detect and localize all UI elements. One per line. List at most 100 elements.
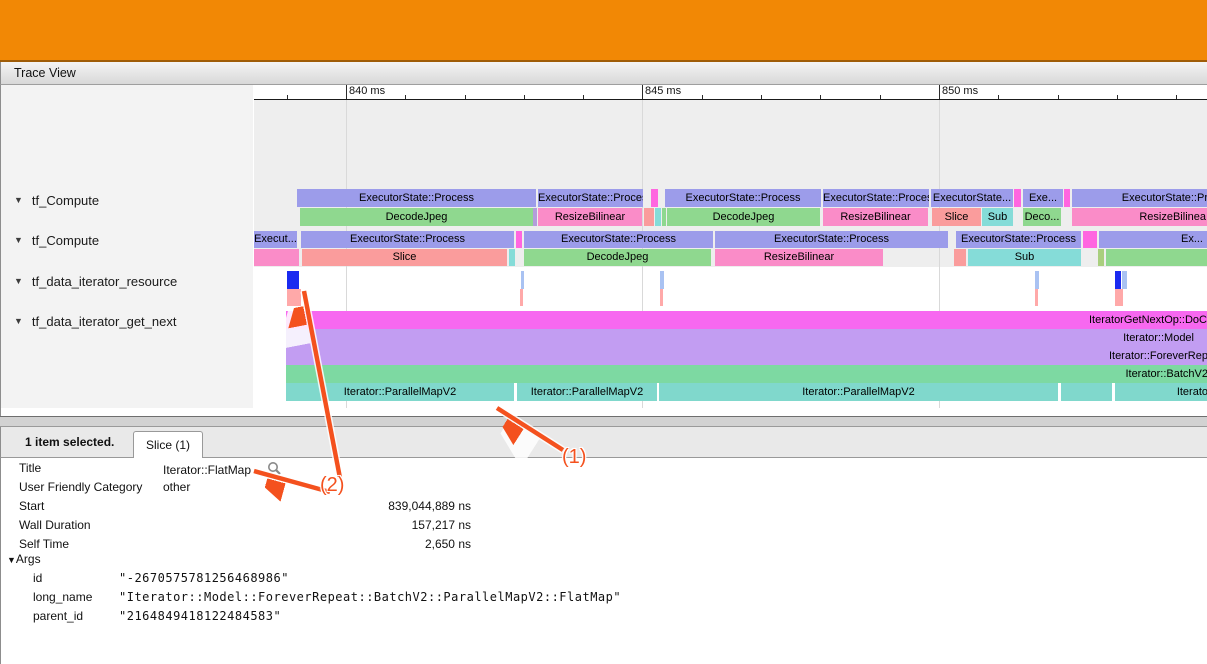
trace-slice-slice[interactable] — [954, 249, 966, 266]
track-header-tf-data-iterator-get-next-3[interactable]: ▼tf_data_iterator_get_next — [1, 312, 253, 330]
trace-slice-slice[interactable] — [520, 289, 523, 306]
trace-slice-iterator-parallelmapv2[interactable]: Iterator::ParallelMapV2 — [517, 383, 657, 401]
magnifier-icon[interactable] — [267, 461, 282, 476]
args-header[interactable]: ▼Args — [7, 550, 41, 570]
analysis-panel-body: TitleIterator::FlatMapUser Friendly Cate… — [0, 458, 1207, 664]
trace-slice-executorstate-pr[interactable]: ExecutorState::Pr — [1072, 189, 1207, 207]
trace-slice-slice[interactable] — [1106, 249, 1207, 266]
tab-slice[interactable]: Slice (1) — [133, 431, 203, 458]
trace-slice-slice[interactable] — [1014, 189, 1021, 207]
trace-slice-slice[interactable] — [1083, 231, 1097, 248]
collapse-triangle-icon[interactable]: ▼ — [14, 195, 23, 205]
trace-slice-resizebilinear[interactable]: ResizeBilinear — [823, 208, 928, 226]
trace-slice-iterator-batchv2[interactable]: Iterator::BatchV2 — [286, 365, 1207, 383]
collapse-triangle-icon[interactable]: ▼ — [14, 316, 23, 326]
trace-row-compute2-states: Execut...ExecutorState::ProcessExecutorS… — [254, 231, 1207, 248]
trace-slice-slice[interactable] — [662, 208, 666, 226]
trace-slice-iterator-model[interactable]: Iterator::Model — [286, 329, 1207, 347]
trace-slice-slice[interactable] — [1061, 383, 1112, 401]
trace-slice-slice[interactable] — [651, 189, 658, 207]
trace-slice-slice[interactable] — [660, 271, 664, 289]
field-label: Start — [19, 497, 44, 516]
trace-slice-slice[interactable] — [1035, 289, 1038, 306]
trace-slice-slice[interactable] — [660, 289, 663, 306]
trace-slice-slice[interactable] — [1064, 189, 1070, 207]
ruler-minor-tick — [998, 95, 999, 99]
trace-row-resource-top — [254, 271, 1207, 289]
trace-slice-execut[interactable]: Execut... — [254, 231, 297, 248]
trace-slice-executorstate-process[interactable]: ExecutorState::Process — [823, 189, 929, 207]
trace-slice-iterato[interactable]: Iterato — [1115, 383, 1207, 401]
ruler-minor-tick — [702, 95, 703, 99]
trace-slice-slice[interactable] — [655, 208, 661, 226]
panel-splitter[interactable] — [0, 416, 1207, 427]
trace-slice-slice[interactable] — [254, 249, 299, 266]
trace-slice-slice[interactable] — [287, 289, 301, 306]
trace-slice-slice[interactable] — [1115, 271, 1121, 289]
trace-slice-iterator-foreverrep[interactable]: Iterator::ForeverRep — [286, 347, 1207, 365]
arg-row-id: id"-2670575781256468986" — [1, 569, 901, 588]
ruler-tick-label: 840 ms — [349, 85, 385, 97]
trace-slice-slice[interactable] — [1122, 271, 1127, 289]
ruler-minor-tick — [761, 95, 762, 99]
trace-slice-iteratorgetnextop-doc[interactable]: IteratorGetNextOp::DoC — [286, 311, 1207, 329]
trace-slice-executorstate-process[interactable]: ExecutorState::Process — [665, 189, 821, 207]
collapse-triangle-icon[interactable]: ▼ — [7, 555, 16, 565]
args-section-header: ▼Args — [1, 550, 901, 569]
trace-slice-slice[interactable]: Slice — [932, 208, 981, 226]
arg-row-parent-id: parent_id"2164849418122484583" — [1, 607, 901, 626]
trace-slice-slice[interactable] — [509, 249, 515, 266]
collapse-triangle-icon[interactable]: ▼ — [14, 235, 23, 245]
trace-slice-slice[interactable] — [521, 271, 524, 289]
arg-value: "Iterator::Model::ForeverRepeat::BatchV2… — [119, 588, 621, 607]
trace-slice-iterator-parallelmapv2[interactable]: Iterator::ParallelMapV2 — [286, 383, 514, 401]
arg-row-long-name: long_name"Iterator::Model::ForeverRepeat… — [1, 588, 901, 607]
timeline-canvas[interactable]: ExecutorState::ProcessExecutorState::Pro… — [254, 85, 1207, 408]
field-row-user-friendly-category: User Friendly Categoryother — [1, 478, 901, 497]
trace-slice-slice[interactable] — [1115, 289, 1123, 306]
track-header-tf-data-iterator-resource-2[interactable]: ▼tf_data_iterator_resource — [1, 272, 253, 290]
ruler-minor-tick — [405, 95, 406, 99]
trace-row-iterator-batchv2: Iterator::BatchV2 — [254, 365, 1207, 383]
field-value: 157,217 ns — [163, 516, 471, 535]
field-value: other — [163, 478, 190, 497]
trace-slice-decodejpeg[interactable]: DecodeJpeg — [300, 208, 533, 226]
trace-slice-resizebilinear[interactable]: ResizeBilinear — [538, 208, 642, 226]
trace-slice-decodejpeg[interactable]: DecodeJpeg — [667, 208, 820, 226]
trace-slice-iterator-parallelmapv2[interactable]: Iterator::ParallelMapV2 — [659, 383, 1058, 401]
trace-slice-resizebilinear[interactable]: ResizeBilinear — [715, 249, 883, 266]
trace-slice-slice[interactable]: Slice — [302, 249, 507, 266]
trace-slice-executorstate-process[interactable]: ExecutorState::Process — [715, 231, 948, 248]
trace-slice-executorstate-process[interactable]: ExecutorState::Process — [297, 189, 536, 207]
trace-main-area: ▼tf_Compute ▼tf_Compute ▼tf_data_iterator_… — [0, 85, 1207, 408]
trace-row-compute1-ops: DecodeJpegResizeBilinearDecodeJpegResize… — [254, 208, 1207, 226]
arg-key: id — [33, 569, 42, 588]
trace-view-title: Trace View — [14, 66, 76, 80]
trace-slice-sub[interactable]: Sub — [968, 249, 1081, 266]
track-header-tf-compute-1[interactable]: ▼tf_Compute — [1, 231, 253, 249]
trace-slice-slice[interactable] — [1035, 271, 1039, 289]
track-header-tf-compute-0[interactable]: ▼tf_Compute — [1, 191, 253, 209]
field-value: Iterator::FlatMap — [163, 459, 282, 480]
trace-view-titlebar: Trace View — [0, 62, 1207, 85]
trace-slice-executorstate-process[interactable]: ExecutorState::Process — [524, 231, 713, 248]
collapse-triangle-icon[interactable]: ▼ — [14, 276, 23, 286]
trace-slice-sub[interactable]: Sub — [982, 208, 1013, 226]
trace-slice-executorstate-process[interactable]: ExecutorState::Process — [301, 231, 514, 248]
trace-slice-executorstate-process[interactable]: ExecutorState::Process — [956, 231, 1081, 248]
trace-slice-executorstate-process[interactable]: ExecutorState::Process — [538, 189, 643, 207]
trace-slice-slice[interactable] — [644, 208, 654, 226]
trace-slice-slice[interactable] — [287, 271, 299, 289]
ruler-minor-tick — [524, 95, 525, 99]
trace-slice-decodejpeg[interactable]: DecodeJpeg — [524, 249, 711, 266]
trace-slice-executorstate[interactable]: ExecutorState... — [931, 189, 1013, 207]
arg-value: "2164849418122484583" — [119, 607, 281, 626]
trace-slice-slice[interactable] — [533, 208, 537, 226]
trace-slice-slice[interactable] — [1098, 249, 1104, 266]
trace-slice-deco[interactable]: Deco... — [1023, 208, 1061, 226]
trace-slice-ex[interactable]: Ex... — [1099, 231, 1207, 248]
trace-slice-exe[interactable]: Exe... — [1023, 189, 1063, 207]
trace-slice-resizebilinea[interactable]: ResizeBilinea — [1072, 208, 1207, 226]
timeline-ruler[interactable]: 840 ms845 ms850 ms — [254, 85, 1207, 100]
trace-slice-slice[interactable] — [516, 231, 522, 248]
